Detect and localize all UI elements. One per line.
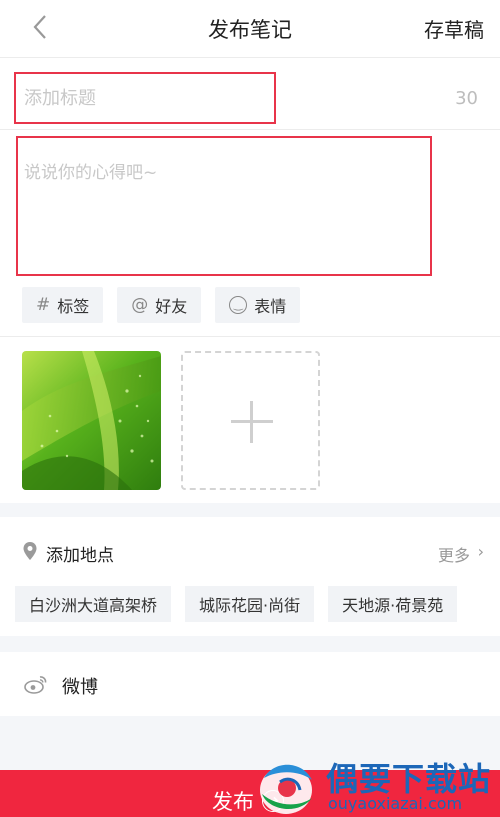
weibo-icon [24, 676, 47, 694]
tag-chip-label: 标签 [57, 297, 90, 316]
watermark-url: ouyaoxiazai.com [328, 794, 463, 813]
tool-chips: # 标签 @ 好友 ‿ 表情 [22, 287, 301, 323]
title-char-limit: 30 [455, 88, 478, 109]
friend-chip[interactable]: @ 好友 [117, 287, 202, 323]
tag-chip[interactable]: # 标签 [22, 287, 104, 323]
friend-chip-label: 好友 [155, 297, 188, 316]
location-pin-icon [23, 542, 37, 560]
emoji-chip-label: 表情 [254, 297, 287, 316]
location-more-button[interactable]: 更多 [438, 542, 470, 566]
add-photo-button[interactable] [181, 351, 320, 490]
chevron-right-icon: › [477, 542, 484, 561]
location-suggestion[interactable]: 城际花园·尚街 [185, 586, 315, 622]
weibo-label: 微博 [62, 677, 98, 698]
divider [0, 336, 500, 337]
save-draft-button[interactable]: 存草稿 [424, 14, 484, 43]
location-suggestions: 白沙洲大道高架桥 城际花园·尚街 天地源·荷景苑 [15, 586, 458, 622]
add-location-row[interactable]: 添加地点 更多 › [0, 530, 500, 574]
smile-icon: ‿ [229, 296, 248, 314]
emoji-chip[interactable]: ‿ 表情 [215, 287, 301, 323]
section-separator [0, 503, 500, 517]
green-leaf-photo [22, 351, 161, 490]
photo-thumbnail[interactable] [22, 351, 161, 490]
location-suggestion[interactable]: 白沙洲大道高架桥 [15, 586, 172, 622]
hashtag-icon: # [36, 295, 51, 315]
share-weibo-row[interactable]: 微博 [4, 652, 500, 716]
location-title: 添加地点 [46, 546, 114, 566]
title-row: 30 [0, 62, 500, 130]
watermark-logo-icon [260, 764, 312, 814]
title-input[interactable] [14, 72, 276, 124]
site-watermark: 偶要下载站 ouyaoxiazai.com [254, 754, 500, 817]
at-icon: @ [131, 295, 149, 315]
location-suggestion[interactable]: 天地源·荷景苑 [328, 586, 458, 622]
publish-label: 发布 [212, 790, 254, 814]
top-bar: 发布笔记 存草稿 [0, 0, 500, 58]
section-separator [0, 636, 500, 652]
note-body-input[interactable] [16, 136, 432, 276]
